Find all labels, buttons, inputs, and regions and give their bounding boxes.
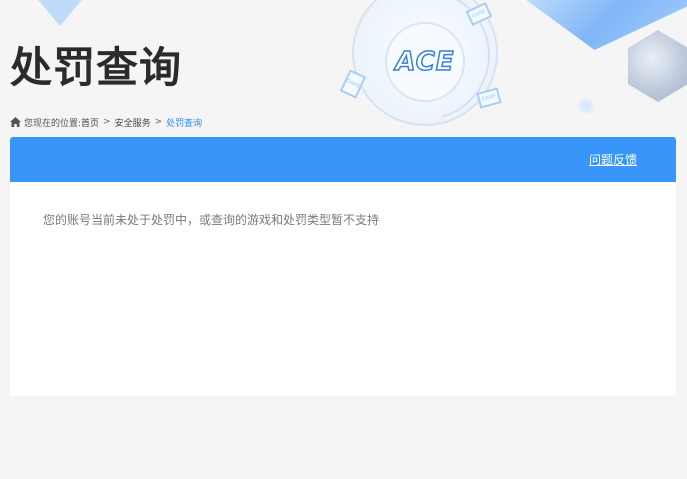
breadcrumb-prefix: 您现在的位置: — [24, 118, 82, 129]
breadcrumb-home-link[interactable]: 首页 — [81, 116, 99, 129]
ace-logo-icon: ACE — [395, 46, 455, 78]
breadcrumb-current: 处罚查询 — [166, 118, 203, 129]
home-icon — [10, 117, 21, 127]
panel-body: 您的账号当前未处于处罚中，或查询的游戏和处罚类型暂不支持 — [10, 182, 676, 396]
decorative-triangle-left — [30, 0, 90, 26]
character-emblem-icon — [628, 30, 687, 102]
page: GAME GAME GAME ACE 处罚查询 您现在的位置: 首页 > 安全服… — [0, 0, 687, 479]
breadcrumb-separator: > — [154, 117, 163, 127]
decorative-dot — [578, 98, 594, 114]
ace-logo: GAME GAME GAME ACE — [336, 0, 514, 144]
result-message: 您的账号当前未处于处罚中，或查询的游戏和处罚类型暂不支持 — [43, 213, 380, 227]
page-title: 处罚查询 — [10, 43, 183, 92]
feedback-link[interactable]: 问题反馈 — [589, 151, 637, 168]
breadcrumb: 您现在的位置: 首页 > 安全服务 > 处罚查询 — [10, 115, 202, 129]
panel-header: 问题反馈 — [10, 137, 676, 182]
breadcrumb-separator: > — [103, 117, 111, 127]
breadcrumb-security-link[interactable]: 安全服务 — [115, 116, 151, 129]
